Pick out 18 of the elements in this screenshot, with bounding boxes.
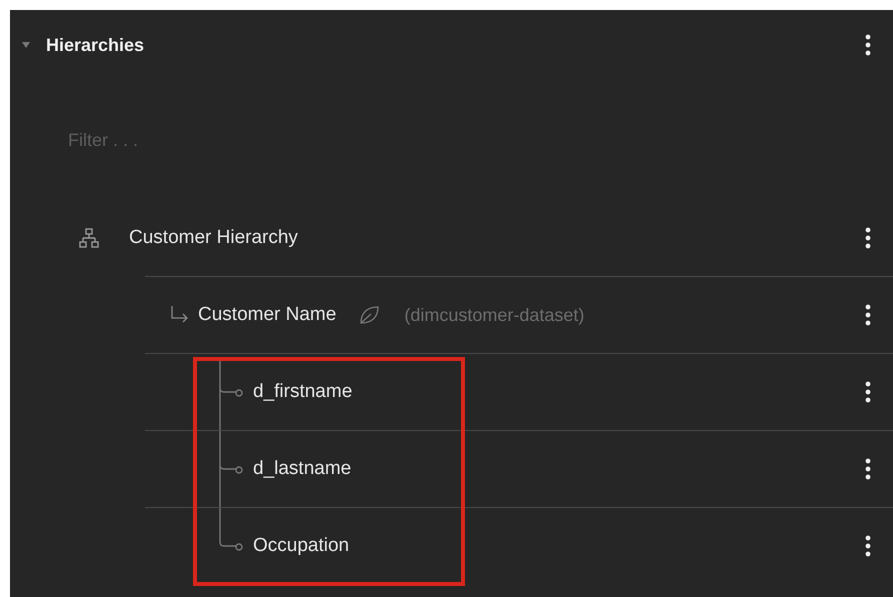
more-options-icon[interactable] (865, 34, 871, 56)
more-options-icon[interactable] (865, 227, 871, 249)
more-options-icon[interactable] (865, 381, 871, 403)
hierarchy-name[interactable]: Customer Hierarchy (129, 224, 298, 252)
attribute-name[interactable]: d_firstname (253, 378, 352, 406)
level-name[interactable]: Customer Name (198, 300, 336, 330)
collapse-arrow-icon[interactable] (22, 41, 30, 49)
filter-field[interactable]: Filter . . . (68, 126, 368, 154)
attribute-name[interactable]: Occupation (253, 532, 350, 560)
dataset-label: (dimcustomer-dataset) (404, 304, 584, 327)
branch-arrow-icon (170, 305, 190, 325)
hierarchy-icon (79, 228, 99, 248)
more-options-icon[interactable] (865, 535, 871, 557)
more-options-icon[interactable] (865, 458, 871, 480)
leaf-icon (358, 304, 380, 326)
section-title: Hierarchies (46, 34, 144, 56)
more-options-icon[interactable] (865, 304, 871, 326)
attribute-name[interactable]: d_lastname (253, 454, 352, 484)
